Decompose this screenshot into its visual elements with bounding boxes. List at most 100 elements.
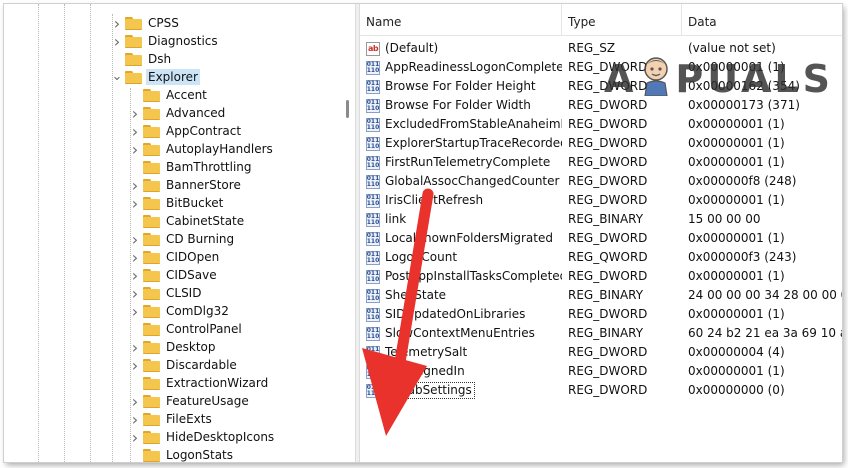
chevron-right-icon[interactable]: › xyxy=(130,284,140,303)
value-data-cell: 0x00000004 (4) xyxy=(688,345,785,359)
column-header-type[interactable]: Type xyxy=(562,4,682,36)
chevron-right-icon[interactable]: › xyxy=(130,356,140,375)
value-name-cell: 011 110 PostAppInstallTasksCompleted xyxy=(366,267,562,286)
registry-value-row[interactable]: 011 110 SlowContextMenuEntries REG_BINARY 60… xyxy=(360,324,842,343)
registry-value-row[interactable]: 011 110 SIDUpdatedOnLibraries REG_DWORD 0x00… xyxy=(360,305,842,324)
tree-item[interactable]: › CIDSave xyxy=(4,266,354,285)
tree-item[interactable]: › Advanced xyxy=(4,104,354,123)
tree-item[interactable]: ControlPanel xyxy=(4,320,354,338)
registry-value-row[interactable]: 011 110 TelemetrySalt REG_DWORD 0x00000004 (… xyxy=(360,343,842,362)
tree-item[interactable]: › CLSID xyxy=(4,284,354,303)
binary-value-icon: 011 110 xyxy=(366,136,380,151)
binary-value-icon: 011 110 xyxy=(366,155,380,170)
chevron-right-icon[interactable]: › xyxy=(130,392,140,411)
folder-icon xyxy=(143,268,160,282)
folder-icon xyxy=(143,340,160,354)
chevron-right-icon[interactable]: › xyxy=(130,140,140,159)
chevron-right-icon[interactable]: › xyxy=(112,32,122,51)
tree-item[interactable]: BamThrottling xyxy=(4,158,354,176)
chevron-down-icon[interactable]: ⌄ xyxy=(112,68,123,86)
tree-item[interactable]: Dsh xyxy=(4,50,354,68)
registry-value-row[interactable]: 011 110 UserSignedIn REG_DWORD 0x00000001 (1… xyxy=(360,362,842,381)
tree-item[interactable]: › BitBucket xyxy=(4,194,354,213)
chevron-right-icon[interactable]: › xyxy=(130,266,140,285)
chevron-right-icon[interactable]: › xyxy=(130,302,140,321)
chevron-right-icon[interactable]: › xyxy=(112,14,122,33)
tree-item[interactable]: CabinetState xyxy=(4,212,354,230)
tree-item-spacer xyxy=(130,158,140,176)
folder-icon xyxy=(143,106,160,120)
chevron-right-icon[interactable]: › xyxy=(130,428,140,447)
chevron-right-icon[interactable]: › xyxy=(130,194,140,213)
tree-item-label: ExtractionWizard xyxy=(166,376,269,390)
tree-item-label: AutoplayHandlers xyxy=(166,142,273,156)
registry-value-row[interactable]: 011 110 LocalKnownFoldersMigrated REG_DWORD… xyxy=(360,229,842,248)
tree-item-label: Dsh xyxy=(148,52,172,66)
chevron-right-icon[interactable]: › xyxy=(130,338,140,357)
tree-item[interactable]: › CD Burning xyxy=(4,230,354,249)
tree-item[interactable]: › AutoplayHandlers xyxy=(4,140,354,159)
tree-item[interactable]: › Discardable xyxy=(4,356,354,375)
value-type-cell: REG_BINARY xyxy=(568,288,644,302)
tree-item[interactable]: › AppContract xyxy=(4,122,354,141)
registry-value-row[interactable]: 011 110 link REG_BINARY 15 00 00 00 xyxy=(360,210,842,229)
registry-value-row[interactable]: 011 110 IrisClientRefresh REG_DWORD 0x000000… xyxy=(360,191,842,210)
value-type-cell: REG_DWORD xyxy=(568,383,648,397)
string-value-icon: ab xyxy=(366,41,380,56)
tree-item[interactable]: › BannerStore xyxy=(4,176,354,195)
value-name-cell: 011 110 AltTabSettings xyxy=(366,381,562,400)
value-type-cell: REG_DWORD xyxy=(568,231,648,245)
registry-value-row[interactable]: 011 110 LogonCount REG_QWORD 0x000000f3 (243… xyxy=(360,248,842,267)
registry-value-row[interactable]: 011 110 FirstRunTelemetryComplete REG_DWORD… xyxy=(360,153,842,172)
tree-item[interactable]: › Diagnostics xyxy=(4,32,354,51)
folder-icon xyxy=(143,232,160,246)
column-header-name[interactable]: Name xyxy=(360,4,562,36)
tree-item[interactable]: LogonStats xyxy=(4,446,354,462)
chevron-right-icon[interactable]: › xyxy=(130,104,140,123)
registry-value-row[interactable]: 011 110 ShellState REG_BINARY 24 00 00 00 34… xyxy=(360,286,842,305)
binary-value-icon: 011 110 xyxy=(366,174,380,189)
value-name: IrisClientRefresh xyxy=(385,193,484,207)
value-name: LogonCount xyxy=(385,250,458,264)
registry-value-row[interactable]: 011 110 ExcludedFromStableAnaheimD... REG_D… xyxy=(360,115,842,134)
tree-item[interactable]: ExtractionWizard xyxy=(4,374,354,392)
tree-item[interactable]: › CPSS xyxy=(4,14,354,33)
registry-value-row[interactable]: 011 110 GlobalAssocChangedCounter REG_DWORD… xyxy=(360,172,842,191)
chevron-right-icon[interactable]: › xyxy=(130,410,140,429)
tree-scrollbar-thumb[interactable] xyxy=(346,100,349,118)
chevron-right-icon[interactable]: › xyxy=(130,122,140,141)
registry-key-tree: › CPSS › Diagnostics Dsh ⌄ Explorer Accent › Adva… xyxy=(4,4,354,462)
chevron-right-icon[interactable]: › xyxy=(130,176,140,195)
tree-item-label: BannerStore xyxy=(166,178,241,192)
registry-value-row[interactable]: 011 110 PostAppInstallTasksCompleted REG_DW… xyxy=(360,267,842,286)
tree-scrollbar[interactable] xyxy=(344,4,353,462)
folder-icon xyxy=(143,286,160,300)
tree-item[interactable]: › FileExts xyxy=(4,410,354,429)
tree-item[interactable]: › Desktop xyxy=(4,338,354,357)
tree-item[interactable]: ⌄ Explorer xyxy=(4,68,354,86)
folder-icon xyxy=(143,394,160,408)
value-name: Browse For Folder Width xyxy=(385,98,531,112)
tree-item[interactable]: Accent xyxy=(4,86,354,104)
tree-item-label: HideDesktopIcons xyxy=(166,430,275,444)
tree-item[interactable]: › FeatureUsage xyxy=(4,392,354,411)
tree-item-label: FeatureUsage xyxy=(166,394,249,408)
value-name: FirstRunTelemetryComplete xyxy=(385,155,551,169)
registry-value-row[interactable]: 011 110 ExplorerStartupTraceRecorded REG_DW… xyxy=(360,134,842,153)
column-header-data[interactable]: Data xyxy=(682,4,842,36)
registry-value-row[interactable]: 011 110 AltTabSettings REG_DWORD 0x00000000 … xyxy=(360,381,842,400)
tree-item-label: Advanced xyxy=(166,106,226,120)
chevron-right-icon[interactable]: › xyxy=(130,230,140,249)
tree-item[interactable]: › ComDlg32 xyxy=(4,302,354,321)
folder-icon xyxy=(125,52,142,66)
folder-icon xyxy=(125,70,142,84)
value-name-cell: 011 110 FirstRunTelemetryComplete xyxy=(366,153,562,172)
tree-item-label: CD Burning xyxy=(166,232,235,246)
value-name: LocalKnownFoldersMigrated xyxy=(385,231,553,245)
tree-item-label: LogonStats xyxy=(166,448,234,462)
chevron-right-icon[interactable]: › xyxy=(130,248,140,267)
tree-item[interactable]: › HideDesktopIcons xyxy=(4,428,354,447)
value-type-cell: REG_DWORD xyxy=(568,193,648,207)
tree-item[interactable]: › CIDOpen xyxy=(4,248,354,267)
value-name-cell: 011 110 link xyxy=(366,210,562,229)
